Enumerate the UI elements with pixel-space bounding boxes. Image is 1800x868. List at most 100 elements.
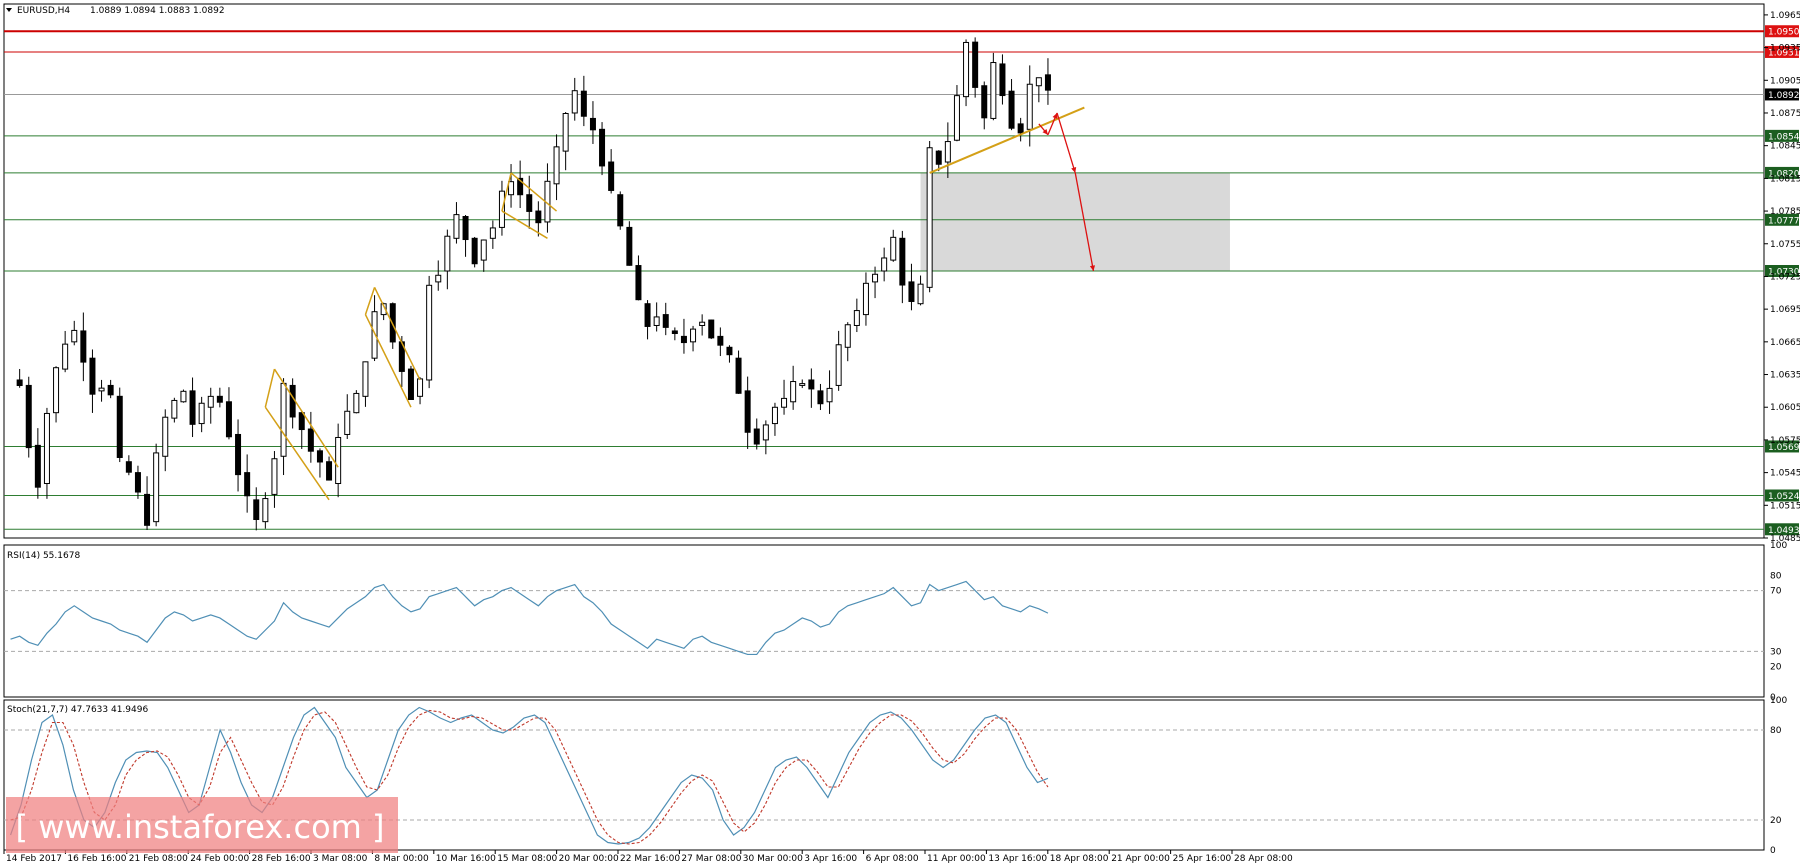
bearish-candle <box>1008 90 1015 129</box>
bullish-candle <box>1026 83 1033 130</box>
rsi-label: RSI(14) 55.1678 <box>7 551 80 561</box>
time-tick-label: 27 Mar 08:00 <box>681 854 741 864</box>
rsi-tick-label: 100 <box>1770 541 1787 551</box>
rsi-tick-label: 20 <box>1770 663 1782 673</box>
bearish-candle <box>144 493 151 526</box>
bearish-candle <box>244 472 251 497</box>
bullish-candle <box>990 62 997 119</box>
bullish-candle <box>335 436 342 485</box>
bearish-candle <box>298 412 305 431</box>
price-panel[interactable]: EURUSD,H4 1.0889 1.0894 1.0883 1.0892 1.… <box>3 3 1800 544</box>
bearish-candle <box>189 390 196 425</box>
bullish-candle <box>43 412 50 485</box>
bullish-candle <box>872 273 879 283</box>
stoch-tick-label: 20 <box>1770 816 1782 826</box>
bearish-candle <box>626 226 633 266</box>
bullish-candle <box>835 344 842 386</box>
rsi-panel[interactable]: RSI(14) 55.1678 100807030200 <box>3 541 1787 703</box>
bullish-candle <box>799 383 806 386</box>
bearish-candle <box>635 265 642 301</box>
time-tick-label: 15 Mar 08:00 <box>497 854 557 864</box>
time-tick-label: 3 Mar 08:00 <box>313 854 368 864</box>
bullish-candle <box>790 381 797 403</box>
bearish-candle <box>253 499 260 520</box>
bullish-candle <box>690 328 697 343</box>
price-tick-label: 1.0725 <box>1770 272 1800 282</box>
bullish-candle <box>71 329 78 343</box>
bullish-candle <box>417 378 424 397</box>
bearish-candle <box>25 384 32 449</box>
price-tick-label: 1.0515 <box>1770 501 1800 511</box>
bearish-candle <box>216 395 223 403</box>
bearish-candle <box>326 461 333 481</box>
price-tick-label: 1.0545 <box>1770 469 1800 479</box>
time-tick-label: 16 Feb 16:00 <box>67 854 126 864</box>
time-tick-label: 14 Feb 2017 <box>6 854 62 864</box>
bullish-candle <box>489 227 496 239</box>
price-tick-label: 1.0815 <box>1770 174 1800 184</box>
stoch-tick-label: 80 <box>1770 726 1782 736</box>
bearish-candle <box>981 85 988 119</box>
bullish-candle <box>53 367 60 414</box>
bearish-candle <box>407 368 414 400</box>
bearish-candle <box>717 335 724 346</box>
bearish-candle <box>289 384 296 418</box>
bearish-candle <box>235 433 242 476</box>
time-tick-label: 6 Apr 08:00 <box>866 854 919 864</box>
bearish-candle <box>662 314 669 328</box>
price-tick-label: 1.0635 <box>1770 371 1800 381</box>
bearish-candle <box>1017 123 1024 134</box>
bearish-candle <box>225 401 232 438</box>
bullish-candle <box>653 316 660 326</box>
time-tick-label: 18 Apr 08:00 <box>1050 854 1109 864</box>
bullish-candle <box>207 395 214 408</box>
price-tick-label: 1.0875 <box>1770 109 1800 119</box>
bearish-candle <box>972 41 979 88</box>
price-tick-label: 1.0785 <box>1770 207 1800 217</box>
time-tick-label: 13 Apr 16:00 <box>988 854 1047 864</box>
symbol-label: EURUSD,H4 <box>17 6 70 16</box>
bullish-candle <box>62 343 69 370</box>
bearish-candle <box>935 150 942 165</box>
bullish-candle <box>881 257 888 272</box>
bearish-candle <box>908 281 915 302</box>
bullish-candle <box>963 41 970 98</box>
watermark-text: [ www.instaforex.com ] <box>16 808 385 846</box>
bullish-candle <box>762 424 769 441</box>
bearish-candle <box>1044 74 1051 91</box>
bearish-candle <box>599 128 606 167</box>
bearish-candle <box>80 330 87 363</box>
time-tick-label: 28 Feb 16:00 <box>252 854 311 864</box>
bearish-candle <box>726 346 733 356</box>
bullish-candle <box>435 274 442 283</box>
bullish-candle <box>917 283 924 305</box>
bullish-candle <box>162 416 169 457</box>
bearish-candle <box>462 216 469 241</box>
bullish-candle <box>926 147 933 288</box>
bullish-candle <box>826 387 833 403</box>
bearish-candle <box>753 428 760 445</box>
price-tick-label: 1.0665 <box>1770 338 1800 348</box>
price-tick-label: 1.0755 <box>1770 240 1800 250</box>
bearish-candle <box>999 63 1006 97</box>
bearish-candle <box>744 390 751 433</box>
bearish-candle <box>708 319 715 339</box>
bullish-candle <box>508 181 515 196</box>
bearish-candle <box>107 384 114 396</box>
bearish-candle <box>680 335 687 344</box>
watermark: [ www.instaforex.com ] <box>6 797 398 853</box>
bullish-candle <box>771 406 778 425</box>
bearish-candle <box>16 379 23 387</box>
bearish-candle <box>735 357 742 394</box>
bearish-candle <box>535 210 542 224</box>
rsi-tick-label: 80 <box>1770 571 1782 581</box>
stoch-tick-label: 0 <box>1770 846 1776 856</box>
bullish-candle <box>890 236 897 261</box>
price-tick-label: 1.0575 <box>1770 436 1800 446</box>
ohlc-readout: 1.0889 1.0894 1.0883 1.0892 <box>90 6 225 16</box>
bearish-candle <box>307 428 314 452</box>
rsi-tick-label: 70 <box>1770 587 1782 597</box>
time-tick-label: 25 Apr 16:00 <box>1173 854 1232 864</box>
price-tick-label: 1.0695 <box>1770 305 1800 315</box>
bullish-candle <box>153 452 160 523</box>
